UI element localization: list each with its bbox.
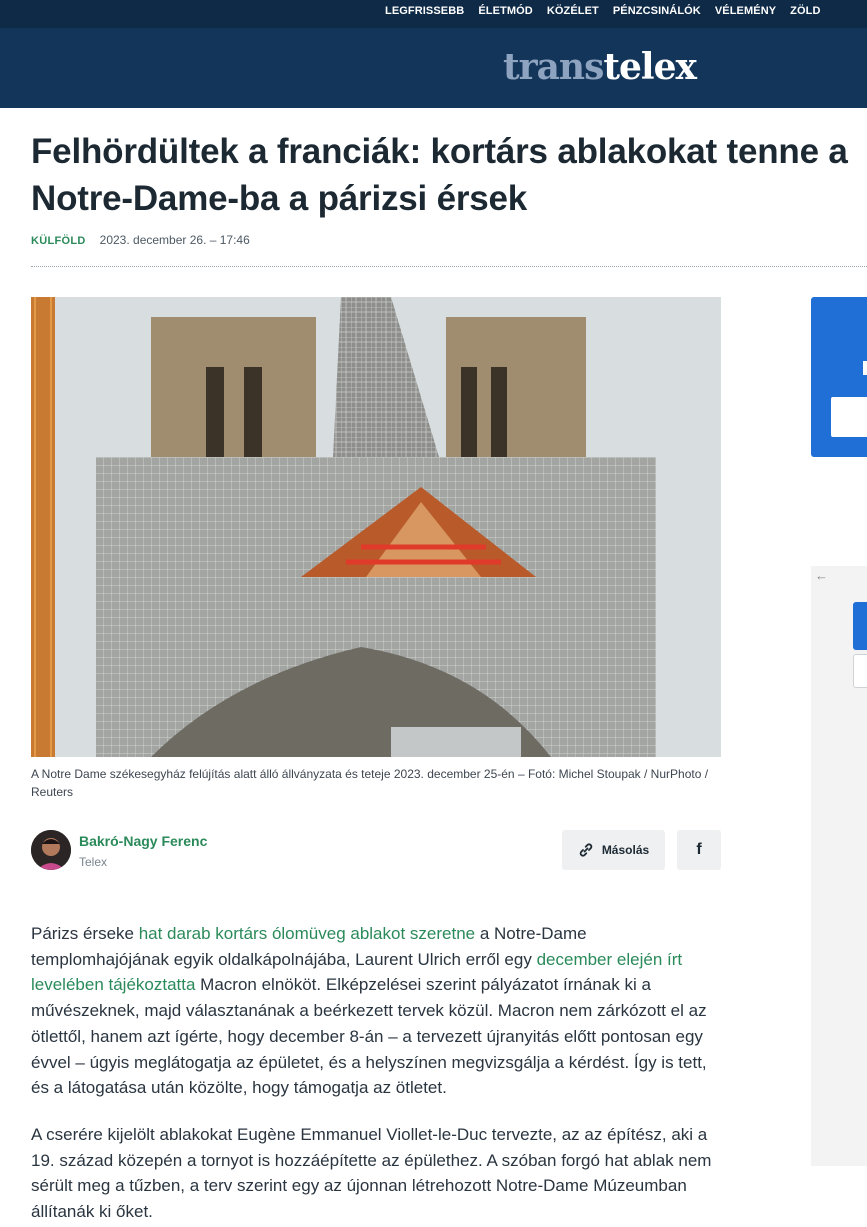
photo-caption: A Notre Dame székesegyház felújítás alat… xyxy=(31,767,709,799)
article-paragraph-1: Párizs érseke hat darab kortárs ólomüveg… xyxy=(31,921,721,1101)
category-link[interactable]: KÜLFÖLD xyxy=(31,235,86,247)
article-title: Felhördültek a franciák: kortárs ablakok… xyxy=(31,132,848,218)
copy-link-button[interactable]: Másolás xyxy=(562,830,665,870)
link-icon xyxy=(579,843,593,857)
p1-text-1: Párizs érseke xyxy=(31,924,139,943)
nav-eletmod[interactable]: ÉLETMÓD xyxy=(478,5,532,17)
sidebar-promo-box[interactable] xyxy=(811,297,867,457)
promo-inner-button[interactable] xyxy=(831,397,867,437)
top-navigation: LEGFRISSEBB ÉLETMÓD KÖZÉLET PÉNZCSINÁLÓK… xyxy=(0,0,867,28)
p1-link-windows[interactable]: hat darab kortárs ólomüveg ablakot szere… xyxy=(139,924,475,943)
author-name[interactable]: Bakró-Nagy Ferenc xyxy=(79,833,207,849)
author-avatar[interactable] xyxy=(31,830,71,870)
promo-mark xyxy=(863,361,867,375)
site-logo[interactable]: transtelex xyxy=(503,46,697,88)
nav-penzcsinalok[interactable]: PÉNZCSINÁLÓK xyxy=(613,5,701,17)
facebook-icon: f xyxy=(696,841,702,858)
widget-input[interactable] xyxy=(853,654,867,688)
nav-legfrissebb[interactable]: LEGFRISSEBB xyxy=(385,5,464,17)
nav-zold[interactable]: ZÖLD xyxy=(790,5,820,17)
author-org: Telex xyxy=(79,855,108,869)
notre-dame-photo-illustration xyxy=(31,297,721,757)
back-arrow-icon[interactable]: ← xyxy=(815,568,828,583)
facebook-share-button[interactable]: f xyxy=(677,830,721,870)
publish-date: 2023. december 26. – 17:46 xyxy=(99,233,250,247)
masthead: transtelex xyxy=(0,28,867,108)
sidebar-widget: ← xyxy=(811,566,867,1166)
avatar-image xyxy=(31,830,71,870)
article-paragraph-2: A cserére kijelölt ablakokat Eugène Emma… xyxy=(31,1125,712,1222)
copy-label: Másolás xyxy=(601,843,650,857)
meta-divider xyxy=(31,266,867,267)
widget-blue-button[interactable] xyxy=(853,602,867,650)
nav-velemeny[interactable]: VÉLEMÉNY xyxy=(715,5,776,17)
article-meta: KÜLFÖLD 2023. december 26. – 17:46 xyxy=(31,233,250,247)
logo-telex: telex xyxy=(603,46,697,88)
logo-trans: trans xyxy=(503,46,604,88)
top-nav-links: LEGFRISSEBB ÉLETMÓD KÖZÉLET PÉNZCSINÁLÓK… xyxy=(385,5,821,17)
article-photo xyxy=(31,297,721,757)
nav-kozelet[interactable]: KÖZÉLET xyxy=(547,5,599,17)
